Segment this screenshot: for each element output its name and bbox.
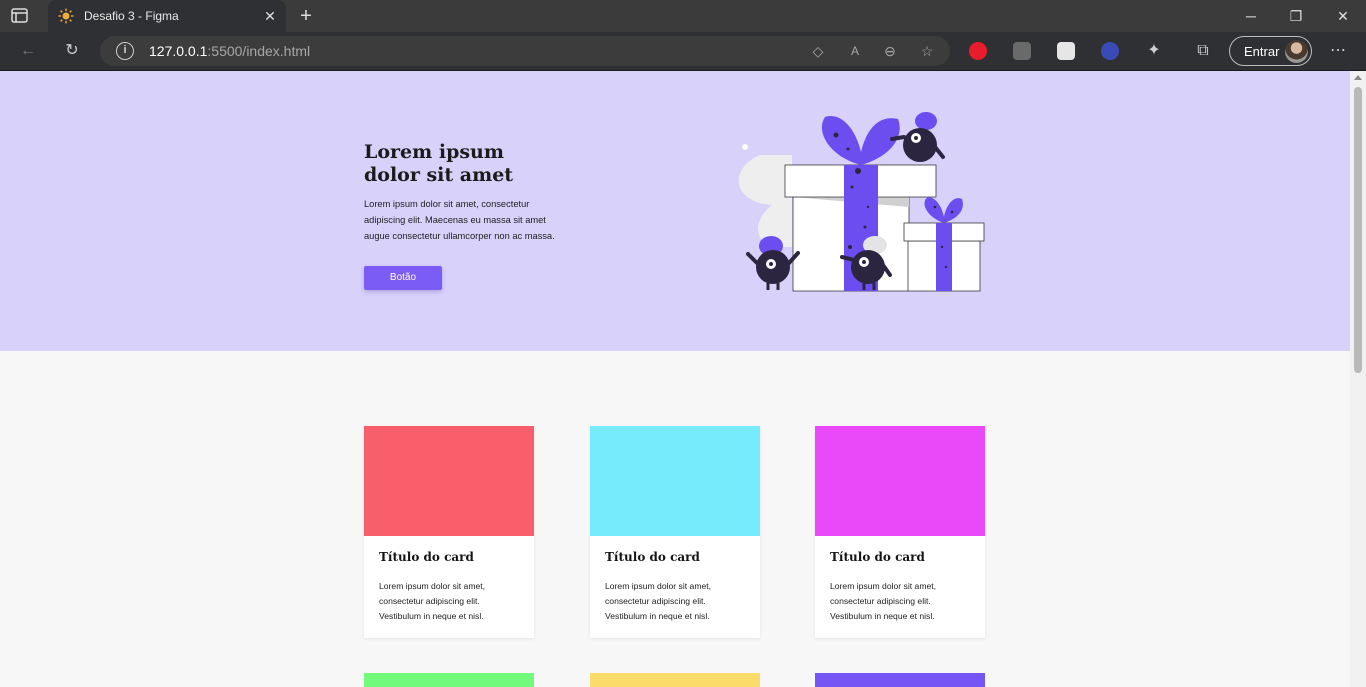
tag-icon[interactable]: ◇ [808,41,828,61]
add-favorite-icon[interactable]: ☆ [917,41,937,61]
gift-illustration [730,107,992,293]
minimize-icon[interactable]: ─ [1241,6,1261,26]
page-viewport: Lorem ipsum dolor sit amet Lorem ipsum d… [0,71,1350,687]
scroll-up-arrow-icon[interactable] [1354,75,1362,80]
scroll-thumb[interactable] [1354,87,1362,373]
extension-printer-icon[interactable] [1013,42,1031,60]
close-tab-icon[interactable]: ✕ [262,8,278,24]
tab-title: Desafio 3 - Figma [84,9,179,23]
collections-icon[interactable]: ⧉ [1192,40,1214,62]
card-4-image [364,673,534,687]
read-aloud-icon[interactable]: A [845,41,865,61]
card-2: Título do card Lorem ipsum dolor sit ame… [590,426,760,638]
extensions-puzzle-icon[interactable]: ✦ [1143,40,1165,62]
card-title: Título do card [605,550,700,564]
hero-section: Lorem ipsum dolor sit amet Lorem ipsum d… [0,71,1350,351]
sun-favicon-icon [58,8,74,24]
card-image [590,426,760,536]
browser-toolbar: ← ↻ i 127.0.0.1:5500/index.html ◇ A ⊖ ☆ … [0,32,1366,71]
card-text: Lorem ipsum dolor sit amet, consectetur … [830,581,937,621]
new-tab-icon[interactable]: + [296,6,316,26]
close-window-icon[interactable]: ✕ [1333,6,1353,26]
page-scrollbar[interactable] [1350,71,1366,687]
card-text: Lorem ipsum dolor sit amet, consectetur … [605,581,712,621]
url-text[interactable]: 127.0.0.1:5500/index.html [149,43,310,59]
tab-actions-icon[interactable] [10,7,30,25]
hero-title: Lorem ipsum dolor sit amet [364,141,514,186]
reload-icon[interactable]: ↻ [61,40,83,62]
card-image [815,426,985,536]
back-icon[interactable]: ← [17,40,39,62]
tab-strip: Desafio 3 - Figma ✕ + ─ ❐ ✕ [0,0,1366,32]
hero-text: Lorem ipsum dolor sit amet, consectetur … [364,199,555,241]
site-info-icon[interactable]: i [116,42,134,60]
extension-red-icon[interactable] [969,42,987,60]
card-3: Título do card Lorem ipsum dolor sit ame… [815,426,985,638]
sign-in-label: Entrar [1244,44,1280,59]
card-6-image [815,673,985,687]
avatar [1285,40,1308,63]
more-menu-icon[interactable]: ⋯ [1327,40,1349,62]
active-tab[interactable]: Desafio 3 - Figma ✕ [48,0,286,32]
zoom-out-icon[interactable]: ⊖ [880,41,900,61]
hero-button[interactable]: Botão [364,266,442,290]
sign-in-button[interactable]: Entrar [1229,36,1312,66]
extension-t-icon[interactable] [1101,42,1119,60]
card-1: Título do card Lorem ipsum dolor sit ame… [364,426,534,638]
qr-code-icon[interactable] [1057,42,1075,60]
card-title: Título do card [379,550,474,564]
card-title: Título do card [830,550,925,564]
restore-icon[interactable]: ❐ [1286,6,1306,26]
card-5-image [590,673,760,687]
card-text: Lorem ipsum dolor sit amet, consectetur … [379,581,486,621]
card-image [364,426,534,536]
address-bar[interactable]: i 127.0.0.1:5500/index.html ◇ A ⊖ ☆ [100,36,950,66]
